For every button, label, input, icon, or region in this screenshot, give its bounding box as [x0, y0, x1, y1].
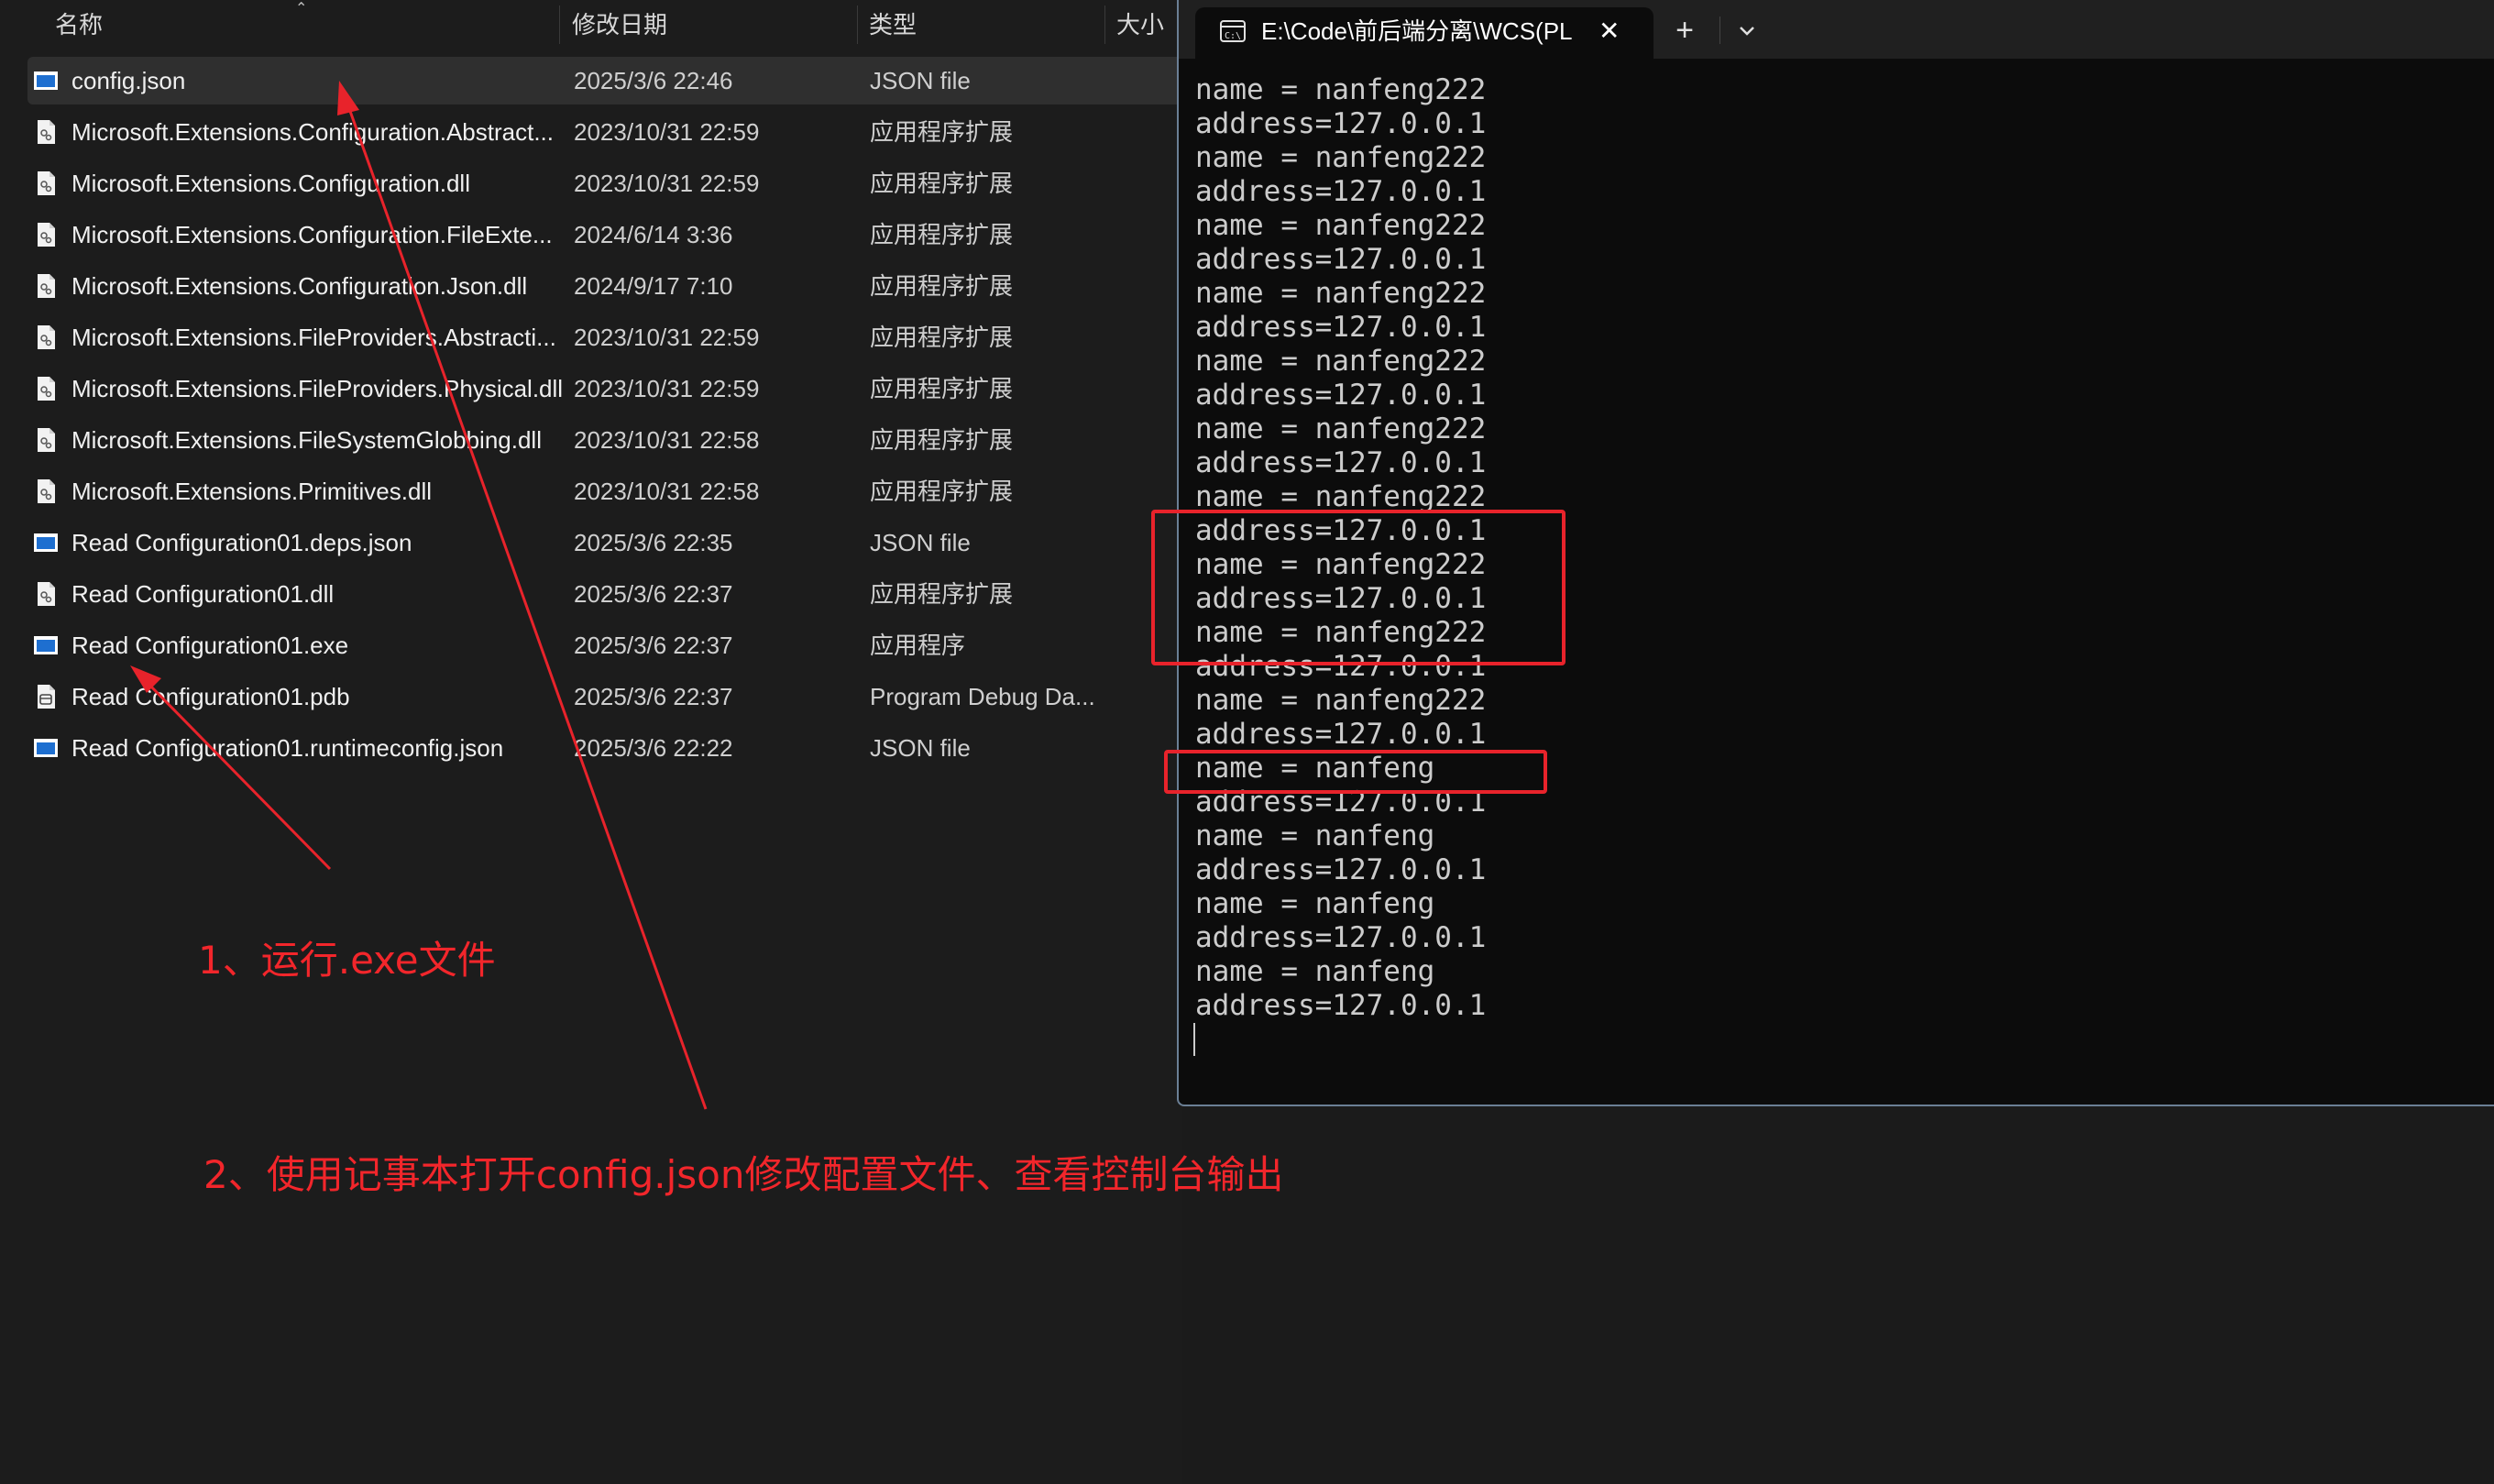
annotation-arrows [130, 81, 708, 1110]
annotation-step-1: 1、运行.exe文件 [198, 938, 496, 983]
annotation-step-2: 2、使用记事本打开config.json修改配置文件、查看控制台输出 [203, 1152, 1284, 1197]
arrow-to-exe [130, 665, 332, 871]
